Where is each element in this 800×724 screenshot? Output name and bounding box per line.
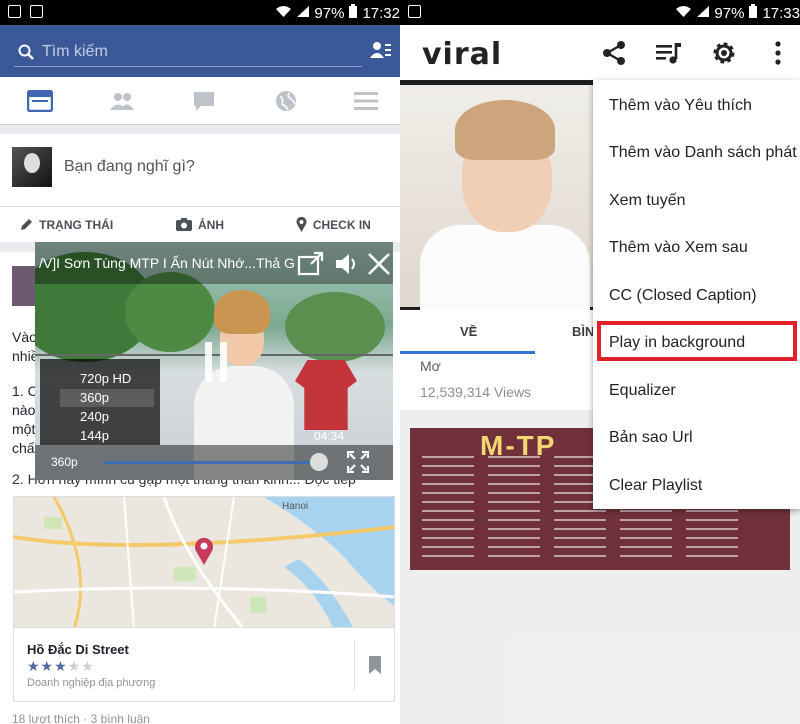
wifi-icon (275, 5, 292, 22)
tab-notifications[interactable] (256, 77, 316, 125)
wifi-icon (675, 5, 692, 22)
friends-icon (110, 93, 134, 110)
facebook-header: Tìm kiếm (0, 25, 400, 77)
status-bar: 97% 17:33 (400, 0, 800, 25)
menu-item-view-route[interactable]: Xem tuyến (609, 192, 685, 210)
status-button-label: TRẠNG THÁI (39, 217, 114, 232)
menu-icon (354, 92, 378, 110)
quality-option[interactable]: 144p (80, 428, 109, 443)
menu-item-add-favorites[interactable]: Thêm vào Yêu thích (609, 97, 752, 115)
divider (354, 640, 355, 690)
menu-item-equalizer[interactable]: Equalizer (609, 382, 676, 400)
popout-icon[interactable] (297, 250, 325, 278)
viral-app-panel: 97% 17:33 viral VỀ BÌN Mơ 12,539,314 Vie… (400, 0, 800, 724)
menu-item-add-playlist[interactable]: Thêm vào Danh sách phát (609, 144, 797, 162)
clock: 17:32 (362, 4, 400, 22)
post-text-line: một (12, 421, 36, 437)
photo-button[interactable]: ẢNH (133, 207, 266, 242)
menu-item-copy-url[interactable]: Bản sao Url (609, 429, 693, 447)
menu-item-watch-later[interactable]: Thêm vào Xem sau (609, 239, 748, 257)
composer-input[interactable]: Bạn đang nghĩ gì? (64, 158, 195, 176)
messages-icon (194, 92, 214, 111)
screenshot-notification-icon (30, 5, 43, 18)
battery-percent: 97% (314, 4, 345, 22)
pencil-icon (21, 219, 33, 230)
status-composer: Bạn đang nghĩ gì? TRẠNG THÁI ẢNH CHECK I… (0, 134, 400, 242)
camera-icon (175, 218, 192, 231)
search-input[interactable]: Tìm kiếm (14, 37, 362, 67)
overflow-menu: Thêm vào Yêu thích Thêm vào Danh sách ph… (593, 80, 800, 509)
more-options-icon[interactable] (764, 39, 792, 67)
photo-button-label: ẢNH (197, 217, 224, 232)
volume-icon[interactable] (333, 250, 361, 278)
check-in-button-label: CHECK IN (312, 217, 371, 232)
rating-stars: ★★★★★ (27, 658, 95, 674)
quality-option[interactable]: 360p (80, 390, 109, 405)
search-icon (18, 44, 34, 60)
tab-messages[interactable] (174, 77, 234, 125)
tab-menu[interactable] (336, 77, 396, 125)
app-logo: viral (422, 37, 503, 72)
video-controls: 360p 04:34 (35, 429, 393, 480)
post-text-line: Vào (12, 329, 37, 345)
reaction-counts[interactable]: 18 lượt thích · 3 bình luận (12, 712, 150, 724)
check-in-button[interactable]: CHECK IN (267, 207, 400, 242)
post-text-line: 1. C (12, 383, 38, 399)
floating-video-player[interactable]: /V]I Sơn Tùng MTP I Ấn Nút Nhớ...Thả Gi … (35, 242, 393, 480)
quality-button[interactable]: 360p (51, 455, 78, 469)
progress-thumb[interactable] (310, 453, 329, 471)
post-text-line: nào (12, 402, 36, 418)
friend-requests-icon[interactable] (370, 40, 392, 60)
video-title: /V]I Sơn Tùng MTP I Ấn Nút Nhớ...Thả Gi (39, 255, 295, 271)
share-icon[interactable] (600, 39, 628, 67)
app-toolbar: viral (400, 25, 800, 80)
post-text-line: chấ (12, 440, 35, 456)
clock: 17:33 (762, 4, 800, 22)
place-card[interactable]: Hồ Đắc Di Street ★★★★★ Doanh nghiệp địa … (13, 628, 395, 702)
menu-item-clear-playlist[interactable]: Clear Playlist (609, 477, 702, 495)
gallery-notification-icon (408, 5, 421, 18)
map-city-label: Hanoi (282, 501, 308, 512)
menu-item-play-in-background[interactable]: Play in background (609, 334, 745, 352)
location-pin-icon (296, 217, 307, 232)
battery-percent: 97% (714, 4, 745, 22)
map-marker-icon (195, 537, 213, 565)
news-feed-icon (27, 90, 53, 112)
battery-icon (348, 3, 358, 23)
video-time: 04:34 (314, 429, 345, 443)
gallery-notification-icon (8, 5, 21, 18)
quality-option[interactable]: 240p (80, 409, 109, 424)
place-subtitle: Doanh nghiệp địa phương (27, 677, 156, 689)
quality-menu: 720p HD 360p 240p 144p (40, 359, 160, 445)
menu-item-closed-caption[interactable]: CC (Closed Caption) (609, 287, 757, 305)
bookmark-icon[interactable] (369, 656, 381, 674)
globe-icon (276, 91, 296, 111)
facebook-tab-bar (0, 77, 400, 125)
pause-icon[interactable] (205, 342, 229, 382)
quality-option[interactable]: 720p HD (80, 371, 131, 386)
fullscreen-icon[interactable] (347, 451, 369, 473)
signal-icon (296, 5, 310, 22)
tab-news-feed[interactable] (10, 77, 70, 125)
progress-bar[interactable] (103, 461, 320, 464)
status-button[interactable]: TRẠNG THÁI (0, 207, 133, 242)
tab-friends[interactable] (92, 77, 152, 125)
playlist-icon[interactable] (654, 39, 682, 67)
signal-icon (696, 5, 710, 22)
map-preview[interactable]: Hanoi (13, 496, 395, 628)
status-indicators: 97% 17:32 (275, 3, 400, 23)
status-bar: 97% 17:32 (0, 0, 400, 25)
gear-icon[interactable] (710, 39, 738, 67)
video-top-bar: /V]I Sơn Tùng MTP I Ấn Nút Nhớ...Thả Gi (35, 242, 393, 284)
post-author-avatar[interactable] (12, 266, 36, 306)
composer-actions: TRẠNG THÁI ẢNH CHECK IN (0, 206, 400, 242)
facebook-panel: 97% 17:32 Tìm kiếm Bạn đang nghĩ gì? TRẠ… (0, 0, 400, 724)
place-title: Hồ Đắc Di Street (27, 642, 129, 657)
battery-icon (748, 3, 758, 23)
avatar[interactable] (12, 147, 52, 187)
search-placeholder: Tìm kiếm (42, 42, 108, 60)
status-indicators: 97% 17:33 (675, 3, 800, 23)
close-icon[interactable] (365, 250, 393, 278)
